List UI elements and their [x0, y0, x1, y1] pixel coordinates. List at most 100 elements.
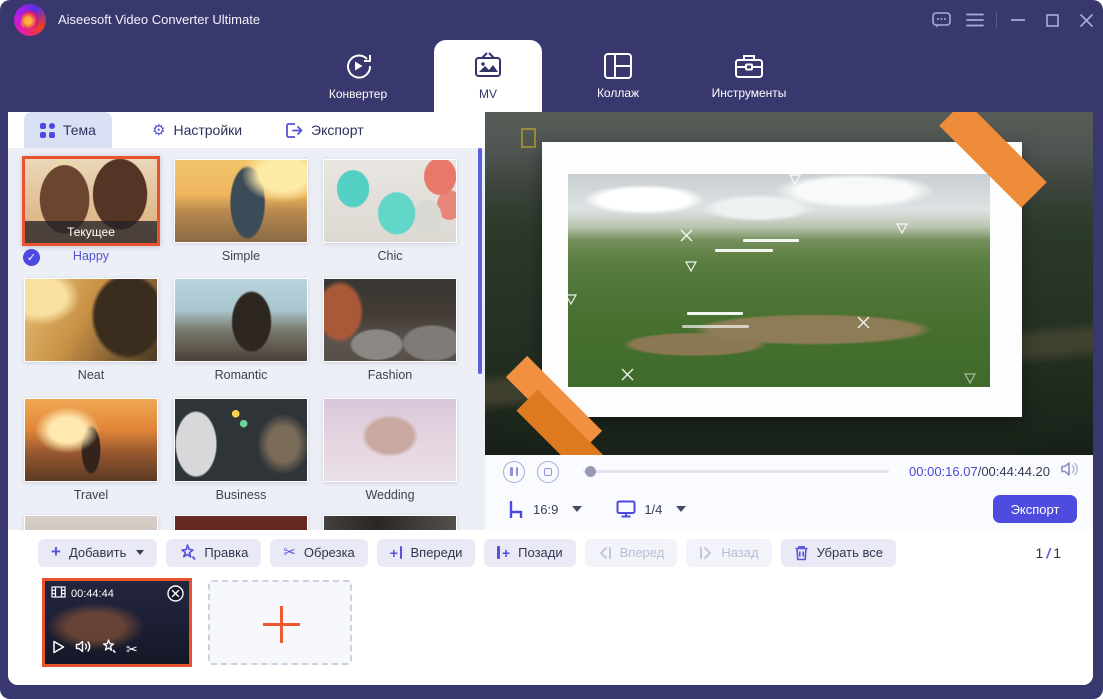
add-button[interactable]: + Добавить: [38, 538, 158, 567]
edit-button[interactable]: Правка: [166, 538, 262, 567]
titlebar: Aiseesoft Video Converter Ultimate: [0, 0, 1103, 40]
clip-play-icon[interactable]: [52, 640, 65, 659]
theme-neat-image: [25, 279, 157, 361]
pause-button[interactable]: [503, 460, 525, 483]
time-current: 00:00:16.07: [909, 464, 978, 479]
tab-settings[interactable]: ⚙ Настройки: [136, 112, 258, 148]
export-panel-icon: [286, 122, 303, 138]
add-clip-placeholder[interactable]: [208, 580, 352, 665]
tab-converter[interactable]: Конвертер: [298, 40, 418, 112]
sparkle-icon: [857, 316, 870, 329]
export-button[interactable]: Экспорт: [993, 495, 1077, 523]
collage-icon: [603, 52, 633, 80]
theme-wedding-thumb[interactable]: [323, 398, 457, 482]
line-decor: [743, 239, 799, 242]
theme-chic-label: Chic: [377, 249, 403, 263]
sparkle-icon: [680, 229, 693, 242]
trash-icon: [794, 545, 809, 561]
remove-all-button[interactable]: Убрать все: [780, 538, 896, 567]
clip-counter-total: 1: [1053, 544, 1061, 561]
tab-theme[interactable]: Тема: [24, 112, 112, 148]
theme-fashion-thumb[interactable]: [323, 278, 457, 362]
theme-scrollbar[interactable]: [478, 148, 482, 374]
theme-simple-thumb[interactable]: [174, 159, 308, 243]
film-icon: [51, 586, 66, 601]
channel-watermark: [521, 128, 536, 148]
theme-more-thumb[interactable]: [24, 515, 158, 530]
insert-behind-button[interactable]: + Позади: [484, 538, 576, 567]
theme-wedding-label: Wedding: [365, 488, 415, 502]
volume-icon[interactable]: [1060, 461, 1079, 482]
theme-happy-thumb[interactable]: Текущее: [22, 156, 160, 246]
main-nav: Конвертер MV Коллаж Инструменты: [0, 40, 1103, 112]
theme-business-thumb[interactable]: [174, 398, 308, 482]
preview-page-dropdown-icon[interactable]: [676, 506, 687, 512]
gear-icon: ⚙: [152, 121, 166, 139]
stop-button[interactable]: [537, 460, 559, 483]
clip-volume-icon[interactable]: [75, 640, 91, 658]
theme-romantic-label: Romantic: [214, 368, 268, 382]
close-button[interactable]: [1069, 0, 1103, 40]
line-decor: [687, 312, 743, 315]
line-decor: [715, 249, 773, 252]
theme-business-label: Business: [215, 488, 267, 502]
tab-mv-label: MV: [479, 87, 497, 101]
video-frame-image: [568, 174, 990, 387]
clip-trim-icon[interactable]: ✂: [126, 641, 138, 658]
clip-thumbnail[interactable]: 00:44:44 ✂: [42, 578, 192, 667]
seek-handle[interactable]: [585, 466, 596, 477]
clip-strip: 00:44:44 ✂: [8, 575, 1093, 685]
theme-romantic-thumb[interactable]: [174, 278, 308, 362]
content-area: Тема ⚙ Настройки Экспорт Текущее ✓ Happy…: [8, 112, 1093, 685]
mv-panel-tabs: Тема ⚙ Настройки Экспорт: [8, 112, 485, 148]
theme-romantic-image: [175, 279, 307, 361]
seek-slider[interactable]: [583, 466, 890, 477]
theme-more-image: [324, 516, 456, 530]
aspect-dropdown-icon[interactable]: [572, 506, 583, 512]
insert-front-label: Впереди: [410, 545, 463, 560]
insert-front-button[interactable]: + Впереди: [376, 538, 476, 567]
triangle-decor-icon: [964, 373, 976, 384]
add-dropdown-icon: [136, 550, 145, 555]
tab-collage-label: Коллаж: [596, 86, 640, 100]
mv-icon: [472, 51, 504, 81]
tab-collage[interactable]: Коллаж: [558, 40, 678, 112]
triangle-decor-icon: [685, 261, 697, 272]
theme-more-thumb[interactable]: [323, 515, 457, 530]
theme-happy-label: Happy: [72, 249, 110, 263]
add-clip-plus-icon: [263, 623, 300, 626]
aspect-ratio-icon: [507, 500, 525, 519]
insert-front-icon: +: [390, 545, 403, 561]
tab-theme-label: Тема: [63, 122, 96, 138]
feedback-icon[interactable]: [924, 0, 958, 40]
tab-mv[interactable]: MV: [434, 40, 542, 112]
theme-chic-thumb[interactable]: [323, 159, 457, 243]
theme-travel-thumb[interactable]: [24, 398, 158, 482]
theme-neat-thumb[interactable]: [24, 278, 158, 362]
tab-tools[interactable]: Инструменты: [688, 40, 810, 112]
current-theme-badge: Текущее: [25, 221, 157, 243]
maximize-button[interactable]: [1035, 0, 1069, 40]
insert-behind-label: Позади: [518, 545, 563, 560]
clip-edit-icon[interactable]: [101, 639, 116, 659]
menu-icon[interactable]: [958, 0, 992, 40]
move-back-button[interactable]: Назад: [686, 538, 772, 567]
sparkle-icon: [621, 368, 634, 381]
theme-photo-frame: [542, 142, 1022, 417]
aspect-ratio-value[interactable]: 16:9: [533, 502, 558, 517]
video-preview: [485, 112, 1093, 455]
preview-screen-icon: [616, 500, 636, 518]
remove-all-label: Убрать все: [816, 545, 883, 560]
stop-icon: [544, 467, 552, 476]
move-forward-button[interactable]: Вперед: [584, 538, 678, 567]
titlebar-divider: [996, 12, 997, 28]
minimize-button[interactable]: [1001, 0, 1035, 40]
preview-page-value[interactable]: 1/4: [644, 502, 662, 517]
tab-export[interactable]: Экспорт: [270, 112, 380, 148]
time-total: /00:44:44.20: [977, 464, 1050, 479]
scissors-icon: ✂: [283, 544, 296, 561]
move-forward-icon: [598, 546, 612, 560]
clip-remove-icon[interactable]: [167, 585, 184, 607]
theme-more-thumb[interactable]: [174, 515, 308, 530]
trim-button[interactable]: ✂ Обрезка: [270, 538, 368, 567]
